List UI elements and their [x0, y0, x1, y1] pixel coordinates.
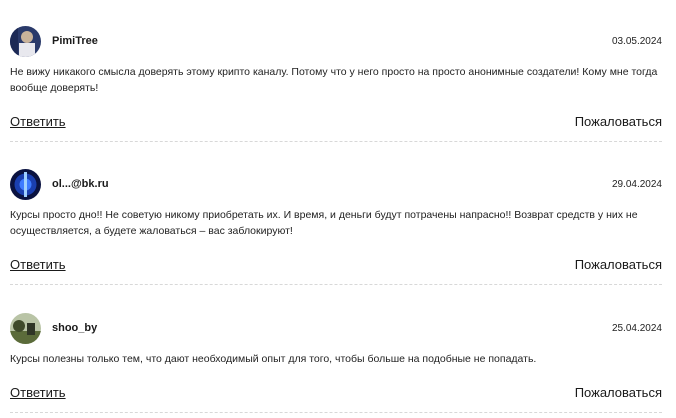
divider	[10, 412, 662, 413]
review-item: shoo_by 25.04.2024 Курсы полезны только …	[10, 313, 662, 413]
review-author[interactable]: PimiTree	[52, 35, 98, 47]
divider	[10, 284, 662, 285]
review-header: shoo_by 25.04.2024	[10, 313, 662, 345]
review-date: 25.04.2024	[611, 323, 662, 334]
review-header: ol...@bk.ru 29.04.2024	[10, 169, 662, 201]
report-link[interactable]: Пожаловаться	[575, 257, 662, 272]
avatar	[10, 26, 41, 57]
review-text: Курсы полезны только тем, что дают необх…	[10, 353, 537, 365]
review-actions: Ответить Пожаловаться	[10, 385, 662, 405]
review-date: 29.04.2024	[611, 179, 662, 190]
review-item: ol...@bk.ru 29.04.2024 Курсы просто дно!…	[10, 169, 662, 285]
review-header: PimiTree 03.05.2024	[10, 26, 662, 58]
reply-link[interactable]: Ответить	[10, 114, 66, 129]
reply-link[interactable]: Ответить	[10, 257, 66, 272]
report-link[interactable]: Пожаловаться	[575, 385, 662, 400]
review-date: 03.05.2024	[611, 36, 662, 47]
divider	[10, 141, 662, 142]
reply-link[interactable]: Ответить	[10, 385, 66, 400]
review-actions: Ответить Пожаловаться	[10, 257, 662, 277]
report-link[interactable]: Пожаловаться	[575, 114, 662, 129]
reviews-list: PimiTree 03.05.2024 Не вижу никакого смы…	[0, 0, 676, 418]
avatar	[10, 313, 41, 344]
review-actions: Ответить Пожаловаться	[10, 114, 662, 134]
avatar	[10, 169, 41, 200]
review-author[interactable]: shoo_by	[52, 322, 97, 334]
review-item: PimiTree 03.05.2024 Не вижу никакого смы…	[10, 26, 662, 142]
review-text: Курсы просто дно!! Не советую никому при…	[10, 209, 638, 237]
review-author[interactable]: ol...@bk.ru	[52, 178, 109, 190]
review-text: Не вижу никакого смысла доверять этому к…	[10, 66, 658, 94]
